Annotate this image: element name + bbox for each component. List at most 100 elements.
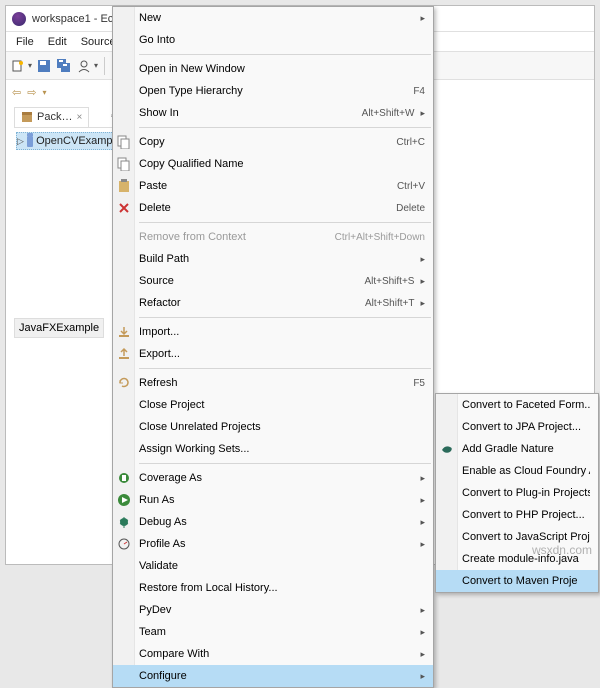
menu-item[interactable]: Convert to Maven Proje <box>436 570 598 592</box>
menu-edit[interactable]: Edit <box>42 34 73 50</box>
menu-item[interactable]: PasteCtrl+V <box>113 175 433 197</box>
separator <box>139 317 431 318</box>
copy-icon <box>116 134 132 150</box>
menu-item[interactable]: Debug As▸ <box>113 511 433 533</box>
package-icon <box>21 111 33 123</box>
menu-item[interactable]: Open Type HierarchyF4 <box>113 80 433 102</box>
dropdown-arrow-icon[interactable]: ▾ <box>42 88 46 97</box>
menu-item-label: PyDev <box>139 604 414 616</box>
menu-item-label: Source <box>139 275 354 287</box>
shortcut-label: Delete <box>396 203 425 214</box>
menu-item-label: Copy Qualified Name <box>139 158 425 170</box>
menu-item[interactable]: RefreshF5 <box>113 372 433 394</box>
menu-item[interactable]: Convert to JPA Project... <box>436 416 598 438</box>
separator <box>139 54 431 55</box>
menu-item[interactable]: Close Unrelated Projects <box>113 416 433 438</box>
separator <box>139 127 431 128</box>
separator <box>139 463 431 464</box>
menu-item[interactable]: Configure ▸ <box>113 665 433 687</box>
disclosure-icon[interactable]: ▷ <box>17 136 24 147</box>
submenu-arrow-icon: ▸ <box>420 473 425 484</box>
menu-item[interactable]: Run As▸ <box>113 489 433 511</box>
save-all-icon[interactable] <box>56 58 72 74</box>
submenu-arrow-icon: ▸ <box>420 495 425 506</box>
menu-item[interactable]: Copy Qualified Name <box>113 153 433 175</box>
separator <box>139 222 431 223</box>
menu-item[interactable]: Convert to Faceted Form... <box>436 394 598 416</box>
menu-item-label: Close Project <box>139 399 425 411</box>
tab-package-explorer[interactable]: Pack… × <box>14 107 89 127</box>
copy-icon <box>116 156 132 172</box>
menu-item[interactable]: Convert to Plug-in Projects... <box>436 482 598 504</box>
forward-icon[interactable]: ⇨ <box>27 86 36 99</box>
menu-item[interactable]: SourceAlt+Shift+S▸ <box>113 270 433 292</box>
menu-item[interactable]: Go Into <box>113 29 433 51</box>
menu-item[interactable]: Show InAlt+Shift+W▸ <box>113 102 433 124</box>
submenu-arrow-icon: ▸ <box>420 298 425 309</box>
menu-item[interactable]: Assign Working Sets... <box>113 438 433 460</box>
submenu-arrow-icon: ▸ <box>420 671 425 682</box>
tree-item[interactable]: ▷ OpenCVExampl <box>16 132 116 150</box>
menu-item-label: Close Unrelated Projects <box>139 421 425 433</box>
menu-item-label: Build Path <box>139 253 414 265</box>
menu-item[interactable]: CopyCtrl+C <box>113 131 433 153</box>
menu-item[interactable]: Open in New Window <box>113 58 433 80</box>
menu-item[interactable]: Add Gradle Nature <box>436 438 598 460</box>
menu-item[interactable]: New▸ <box>113 7 433 29</box>
submenu-arrow-icon: ▸ <box>420 254 425 265</box>
menu-item[interactable]: Import... <box>113 321 433 343</box>
menu-item-label: Add Gradle Nature <box>462 443 590 455</box>
menu-item[interactable]: RefactorAlt+Shift+T▸ <box>113 292 433 314</box>
sidebar-tabs: Pack… × ▫ <box>14 106 118 128</box>
shortcut-label: Alt+Shift+W <box>362 108 415 119</box>
menu-item[interactable]: Build Path ▸ <box>113 248 433 270</box>
menu-item[interactable]: Close Project <box>113 394 433 416</box>
project-label: JavaFXExample <box>19 322 99 334</box>
new-icon[interactable] <box>10 58 26 74</box>
dropdown-arrow-icon[interactable]: ▾ <box>28 61 32 70</box>
menu-item-label: Configure <box>139 670 414 682</box>
menu-item[interactable]: Delete Delete <box>113 197 433 219</box>
gradle-icon <box>439 441 455 457</box>
submenu-arrow-icon: ▸ <box>420 13 425 24</box>
watermark: wsxdn.com <box>532 543 592 557</box>
menu-item[interactable]: PyDev▸ <box>113 599 433 621</box>
menu-item-label: Show In <box>139 107 352 119</box>
menu-item-label: Delete <box>139 202 386 214</box>
user-icon[interactable] <box>76 58 92 74</box>
menu-item[interactable]: Compare With▸ <box>113 643 433 665</box>
back-icon[interactable]: ⇦ <box>12 86 21 99</box>
menu-item[interactable]: Profile As▸ <box>113 533 433 555</box>
menu-item-label: Import... <box>139 326 425 338</box>
menu-item-label: Assign Working Sets... <box>139 443 425 455</box>
menu-item[interactable]: Coverage As ▸ <box>113 467 433 489</box>
close-icon[interactable]: × <box>76 112 82 123</box>
dropdown-arrow-icon[interactable]: ▾ <box>94 61 98 70</box>
menu-item-label: Convert to JPA Project... <box>462 421 590 433</box>
export-icon <box>116 346 132 362</box>
menu-item-label: Coverage As <box>139 472 414 484</box>
menu-file[interactable]: File <box>10 34 40 50</box>
shortcut-label: Alt+Shift+T <box>365 298 414 309</box>
save-icon[interactable] <box>36 58 52 74</box>
submenu-arrow-icon: ▸ <box>420 649 425 660</box>
menu-item[interactable]: Restore from Local History... <box>113 577 433 599</box>
menu-item[interactable]: Team▸ <box>113 621 433 643</box>
menu-item[interactable]: Enable as Cloud Foundry App <box>436 460 598 482</box>
menu-item-label: Refresh <box>139 377 403 389</box>
menu-item[interactable]: Validate <box>113 555 433 577</box>
menu-item-label: Enable as Cloud Foundry App <box>462 465 590 477</box>
menu-item-label: Convert to PHP Project... <box>462 509 590 521</box>
submenu-arrow-icon: ▸ <box>420 627 425 638</box>
menu-item[interactable]: Convert to PHP Project... <box>436 504 598 526</box>
refresh-icon <box>116 375 132 391</box>
menu-item-label: Copy <box>139 136 386 148</box>
menu-item-label: Convert to JavaScript Project... <box>462 531 590 543</box>
debug-icon <box>116 514 132 530</box>
menu-item-label: Paste <box>139 180 387 192</box>
menu-item[interactable]: Export... <box>113 343 433 365</box>
secondary-project-item[interactable]: JavaFXExample <box>14 318 104 338</box>
tree-item-label: OpenCVExampl <box>36 135 115 147</box>
submenu-arrow-icon: ▸ <box>420 539 425 550</box>
menu-item: Remove from ContextCtrl+Alt+Shift+Down <box>113 226 433 248</box>
